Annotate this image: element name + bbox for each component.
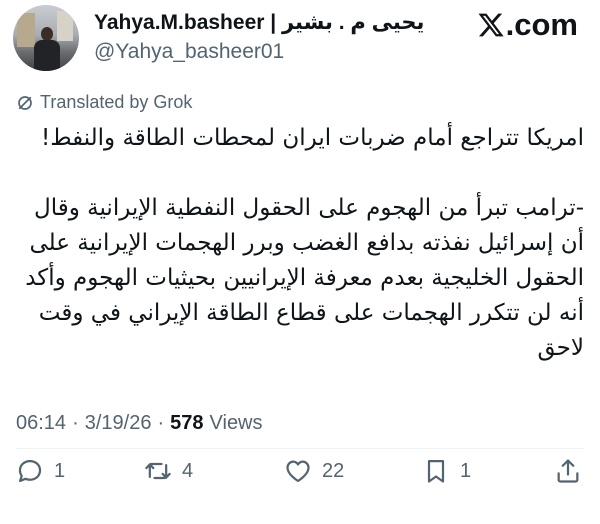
translated-label: Translated by Grok	[40, 92, 193, 112]
x-logo-icon	[478, 13, 504, 37]
tweet-time[interactable]: 06:14	[16, 412, 66, 435]
reply-button[interactable]: 1	[16, 457, 65, 485]
heart-icon	[286, 460, 310, 483]
reply-count: 1	[54, 459, 66, 482]
avatar-person-head	[41, 27, 53, 41]
meta-separator: ·	[72, 412, 79, 434]
bookmark-icon	[427, 459, 445, 483]
grok-icon	[18, 95, 32, 110]
bookmark-count: 1	[460, 459, 472, 482]
display-name-text: Yahya.M.basheer | يحيى م . بشير	[94, 11, 425, 34]
tweet-text: امريكا تتراجع أمام ضربات ايران لمحطات ال…	[16, 121, 584, 366]
site-domain-text: .com	[505, 7, 578, 42]
meta-separator: ·	[157, 412, 165, 434]
avatar[interactable]	[13, 5, 79, 71]
author-display-name[interactable]: Yahya.M.basheer | يحيى م . بشير	[94, 10, 424, 35]
views-label: Views	[209, 412, 263, 434]
avatar-background-building	[57, 11, 73, 41]
share-icon	[557, 459, 579, 483]
tweet-date[interactable]: 3/19/26	[85, 412, 152, 435]
bookmark-button[interactable]: 1	[422, 457, 471, 485]
x-com-logo: .com	[477, 7, 578, 43]
like-count: 22	[322, 459, 345, 482]
repost-icon	[145, 462, 171, 480]
tweet-headline: امريكا تتراجع أمام ضربات ايران لمحطات ال…	[41, 125, 584, 151]
tweet-meta: 06:14 · 3/19/26 · 578 Views	[16, 412, 263, 435]
avatar-background	[17, 13, 35, 47]
share-button[interactable]	[554, 457, 582, 485]
repost-button[interactable]: 4	[144, 457, 193, 485]
tweet-body: -ترامب تبرأ من الهجوم على الحقول النفطية…	[17, 195, 584, 361]
views-count: 578	[170, 412, 204, 434]
action-bar: 1 4 22 1	[14, 457, 586, 493]
avatar-person-body	[34, 40, 60, 71]
like-button[interactable]: 22	[284, 457, 344, 485]
author-handle[interactable]: @Yahya_basheer01	[94, 40, 284, 64]
translated-by-grok[interactable]: Translated by Grok	[16, 92, 192, 113]
divider	[16, 448, 584, 449]
reply-icon	[18, 459, 42, 483]
repost-count: 4	[182, 459, 194, 482]
